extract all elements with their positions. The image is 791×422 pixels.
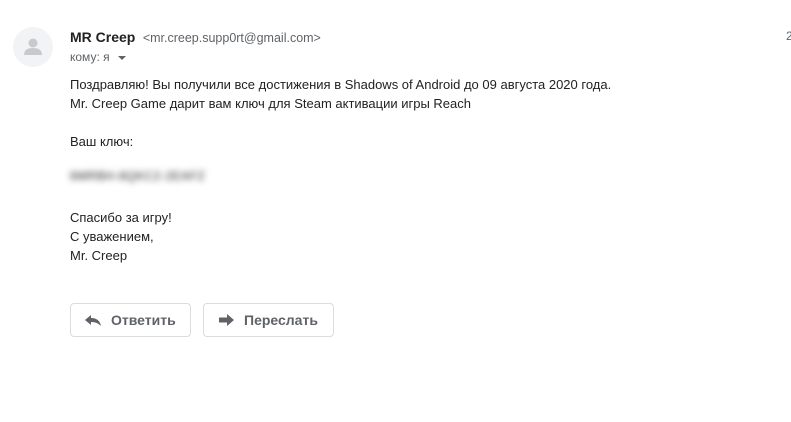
forward-icon	[217, 313, 235, 327]
recipient-label: кому: я	[70, 50, 110, 64]
closing-regards: С уважением,	[70, 229, 154, 244]
reply-label: Ответить	[111, 312, 176, 328]
reply-button[interactable]: Ответить	[70, 303, 191, 337]
key-label: Ваш ключ:	[70, 134, 134, 149]
caret-down-icon	[117, 55, 126, 60]
sender-line: MR Creep <mr.creep.supp0rt@gmail.com>	[70, 28, 321, 47]
reply-icon	[84, 313, 102, 327]
forward-button[interactable]: Переслать	[203, 303, 334, 337]
body-line-1: Поздравляю! Вы получили все достижения в…	[70, 77, 612, 92]
closing-signature: Mr. Creep	[70, 248, 128, 263]
body-line-2: Mr. Creep Game дарит вам ключ для Steam …	[70, 96, 472, 111]
sender-avatar[interactable]	[13, 27, 53, 67]
blurred-key-value: 6MRBH-8QKC2-2EAFZ	[70, 169, 206, 183]
header-edge-text: 2	[786, 29, 791, 43]
default-avatar-icon	[24, 38, 42, 55]
forward-label: Переслать	[244, 312, 318, 328]
closing-thanks: Спасибо за игру!	[70, 210, 172, 225]
sender-name[interactable]: MR Creep	[70, 29, 135, 45]
sender-email: <mr.creep.supp0rt@gmail.com>	[142, 31, 321, 45]
recipient-details-toggle[interactable]: кому: я	[70, 49, 126, 65]
